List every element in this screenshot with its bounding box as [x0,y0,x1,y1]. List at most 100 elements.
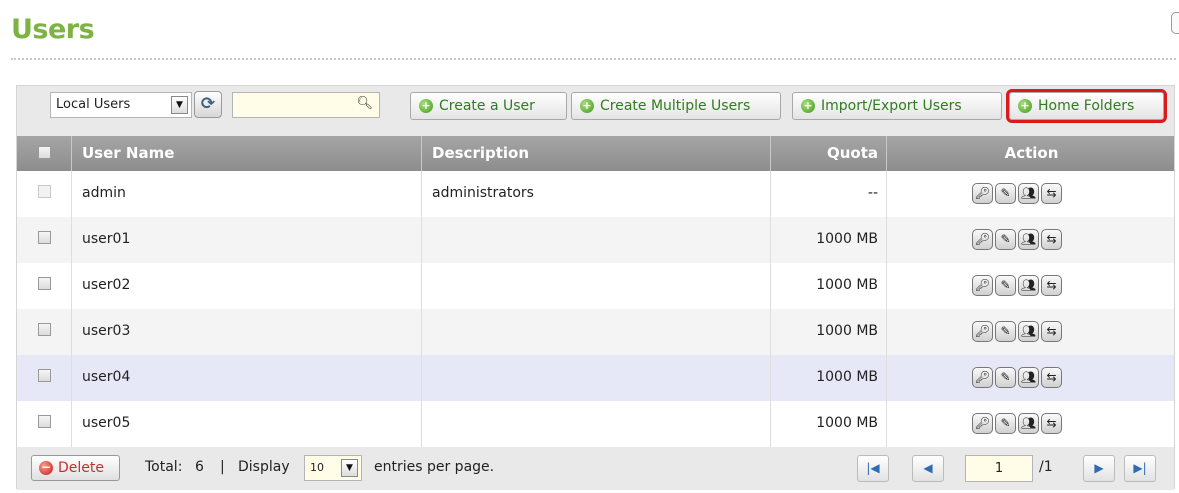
last-page-button[interactable]: ▶| [1124,455,1156,482]
create-multiple-users-button[interactable]: + Create Multiple Users [571,92,781,120]
group-icon[interactable]: 👥︎ [1018,367,1039,388]
select-all-checkbox[interactable] [37,145,51,159]
edit-icon[interactable]: ✎ [995,413,1016,434]
chevron-down-icon[interactable]: ▼ [341,459,358,477]
username-cell: user03 [72,309,422,355]
plus-icon: + [419,99,433,113]
table-header: User Name Description Quota Action [17,136,1174,171]
chevron-down-icon[interactable]: ▼ [171,96,188,114]
key-icon[interactable]: 🔑︎ [972,229,993,250]
folder-icon[interactable]: ⇆ [1041,183,1062,204]
action-cell: 🔑︎ ✎ 👥︎ ⇆ [887,217,1176,263]
next-page-button[interactable]: ▶ [1083,455,1115,482]
next-page-icon: ▶ [1094,461,1104,475]
grid-footer: − Delete Total: 6 | Display 10 ▼ entries… [17,447,1174,490]
folder-icon[interactable]: ⇆ [1041,413,1062,434]
plus-icon: + [1018,99,1032,113]
folder-icon[interactable]: ⇆ [1041,229,1062,250]
first-page-icon: |◀ [866,461,880,475]
table-row[interactable]: user05 1000 MB 🔑︎ ✎ 👥︎ ⇆ [17,401,1174,447]
user-type-select[interactable]: Local Users ▼ [50,92,192,118]
key-icon[interactable]: 🔑︎ [972,275,993,296]
edit-icon[interactable]: ✎ [995,275,1016,296]
prev-page-icon: ◀ [923,461,933,475]
username-cell: user04 [72,355,422,401]
key-icon[interactable]: 🔑︎ [972,183,993,204]
header-quota[interactable]: Quota [771,136,887,171]
search-icon[interactable]: 🔍︎ [356,96,373,111]
entries-label: entries per page. [374,459,495,475]
refresh-button[interactable]: ⟳ [194,91,222,118]
group-icon[interactable]: 👥︎ [1018,413,1039,434]
delete-label: Delete [58,460,104,476]
description-cell [422,309,771,355]
row-checkbox-cell [17,171,72,217]
row-checkbox[interactable] [37,415,51,428]
description-cell [422,401,771,447]
action-cell: 🔑︎ ✎ 👥︎ ⇆ [887,355,1176,401]
row-checkbox-cell [17,309,72,355]
group-icon[interactable]: 👥︎ [1018,183,1039,204]
folder-icon[interactable]: ⇆ [1041,321,1062,342]
row-checkbox[interactable] [37,369,51,382]
prev-page-button[interactable]: ◀ [912,455,944,482]
row-checkbox [37,185,51,198]
edit-icon[interactable]: ✎ [995,367,1016,388]
table-row[interactable]: user03 1000 MB 🔑︎ ✎ 👥︎ ⇆ [17,309,1174,355]
first-page-button[interactable]: |◀ [857,455,889,482]
page-number-input[interactable]: 1 [965,455,1033,482]
table-row[interactable]: admin administrators -- 🔑︎ ✎ 👥︎ ⇆ [17,171,1174,217]
collapse-tab[interactable] [1171,12,1179,34]
edit-icon[interactable]: ✎ [995,229,1016,250]
description-cell: administrators [422,171,771,217]
folder-icon[interactable]: ⇆ [1041,367,1062,388]
row-checkbox-cell [17,401,72,447]
action-cell: 🔑︎ ✎ 👥︎ ⇆ [887,263,1176,309]
table-row[interactable]: user04 1000 MB 🔑︎ ✎ 👥︎ ⇆ [17,355,1174,401]
import-export-users-button[interactable]: + Import/Export Users [792,92,1002,120]
create-user-button[interactable]: + Create a User [410,92,567,120]
row-checkbox[interactable] [37,231,51,244]
username-cell: user01 [72,217,422,263]
quota-cell: 1000 MB [771,355,887,401]
total-count: 6 [195,459,204,475]
plus-icon: + [801,99,815,113]
group-icon[interactable]: 👥︎ [1018,229,1039,250]
last-page-icon: ▶| [1133,461,1147,475]
row-checkbox[interactable] [37,323,51,336]
group-icon[interactable]: 👥︎ [1018,321,1039,342]
table-row[interactable]: user02 1000 MB 🔑︎ ✎ 👥︎ ⇆ [17,263,1174,309]
key-icon[interactable]: 🔑︎ [972,321,993,342]
folder-icon[interactable]: ⇆ [1041,275,1062,296]
header-username[interactable]: User Name [72,136,422,171]
row-checkbox-cell [17,355,72,401]
footer-separator: | [220,459,225,475]
minus-icon: − [39,460,53,475]
key-icon[interactable]: 🔑︎ [972,367,993,388]
table-row[interactable]: user01 1000 MB 🔑︎ ✎ 👥︎ ⇆ [17,217,1174,263]
delete-button[interactable]: − Delete [31,455,120,481]
per-page-select[interactable]: 10 ▼ [304,455,362,481]
quota-cell: 1000 MB [771,217,887,263]
header-select-all [17,136,72,171]
edit-icon[interactable]: ✎ [995,183,1016,204]
row-checkbox-cell [17,263,72,309]
search-input[interactable]: 🔍︎ [232,92,380,118]
key-icon[interactable]: 🔑︎ [972,413,993,434]
header-description[interactable]: Description [422,136,771,171]
edit-icon[interactable]: ✎ [995,321,1016,342]
user-type-value: Local Users [56,97,131,112]
quota-cell: 1000 MB [771,309,887,355]
quota-cell: 1000 MB [771,401,887,447]
home-folders-button[interactable]: + Home Folders [1006,89,1167,123]
description-cell [422,263,771,309]
home-folders-label: Home Folders [1038,98,1135,114]
username-cell: user05 [72,401,422,447]
header-action: Action [1004,144,1059,162]
create-user-label: Create a User [439,98,535,114]
username-cell: user02 [72,263,422,309]
group-icon[interactable]: 👥︎ [1018,275,1039,296]
action-cell: 🔑︎ ✎ 👥︎ ⇆ [887,309,1176,355]
quota-cell: 1000 MB [771,263,887,309]
row-checkbox[interactable] [37,277,51,290]
